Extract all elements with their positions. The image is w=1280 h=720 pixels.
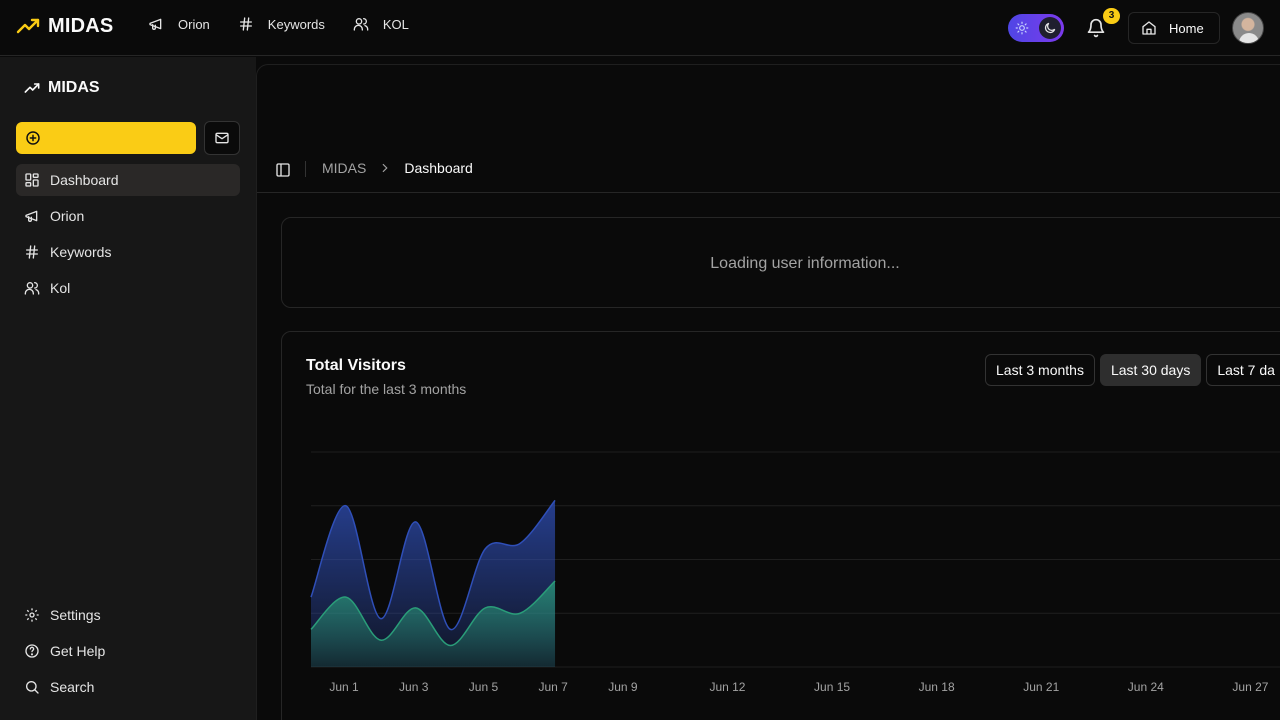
sidebar-item-label: Dashboard	[50, 172, 119, 188]
x-tick-label: Jun 5	[469, 680, 499, 694]
brand-name: MIDAS	[48, 14, 114, 37]
home-icon	[1142, 21, 1156, 35]
sidebar-item-label: Orion	[50, 208, 85, 224]
topnav-label: Keywords	[267, 16, 325, 32]
breadcrumb-root[interactable]: MIDAS	[322, 160, 366, 176]
x-tick-label: Jun 12	[709, 680, 745, 694]
topnav-label: Orion	[178, 16, 210, 32]
visitors-chart-card: Total Visitors Total for the last 3 mont…	[281, 331, 1280, 720]
x-tick-label: Jun 3	[399, 680, 429, 694]
sidebar-item-search[interactable]: Search	[16, 671, 240, 703]
sidebar-brand[interactable]: MIDAS	[24, 79, 100, 97]
theme-toggle[interactable]	[1008, 14, 1064, 42]
sidebar-item-settings[interactable]: Settings	[16, 599, 240, 631]
user-info-card: Loading user information...	[281, 217, 1280, 308]
topnav-label: KOL	[382, 16, 409, 32]
sidebar-item-label: Kol	[50, 280, 71, 296]
sidebar-item-dashboard[interactable]: Dashboard	[16, 164, 240, 196]
main-content: MIDAS Dashboard Loading user information…	[256, 64, 1280, 720]
help-icon	[25, 644, 39, 658]
sun-icon	[1015, 21, 1029, 35]
sidebar-item-kol[interactable]: Kol	[16, 272, 240, 304]
loading-message: Loading user information...	[710, 255, 900, 272]
brand-logo[interactable]: MIDAS	[16, 14, 113, 38]
sidebar-item-label: Search	[50, 679, 95, 695]
visitors-area-chart: Jun 1 Jun 3 Jun 5 Jun 7 Jun 9 Jun 12 Jun 15 Jun…	[310, 451, 1280, 694]
notification-badge: 3	[1103, 8, 1120, 24]
quick-create-button[interactable]	[16, 122, 196, 154]
bell-icon[interactable]	[1086, 18, 1106, 38]
users-icon	[24, 282, 40, 295]
sidebar-item-label: Settings	[50, 607, 101, 623]
moon-icon	[1039, 17, 1061, 39]
breadcrumb-current: Dashboard	[404, 160, 473, 176]
avatar[interactable]	[1232, 12, 1264, 44]
x-tick-label: Jun 15	[814, 680, 850, 694]
top-navbar: MIDAS Orion Keywords KOL 3 Home	[0, 0, 1280, 56]
hash-icon	[26, 245, 38, 259]
x-tick-label: Jun 7	[538, 680, 568, 694]
topnav-kol[interactable]: KOL	[353, 16, 409, 32]
x-tick-label: Jun 1	[329, 680, 359, 694]
sidebar-item-keywords[interactable]: Keywords	[16, 236, 240, 268]
users-icon	[353, 18, 369, 31]
inbox-button[interactable]	[204, 121, 240, 155]
topnav-orion[interactable]: Orion	[148, 16, 210, 32]
x-tick-label: Jun 27	[1232, 680, 1268, 694]
sidebar-secondary-nav: Settings Get Help Search	[16, 599, 240, 707]
breadcrumb: MIDAS Dashboard	[322, 160, 473, 176]
sidebar-brand-name: MIDAS	[48, 79, 100, 96]
sidebar-item-label: Get Help	[50, 643, 106, 659]
sidebar-item-orion[interactable]: Orion	[16, 200, 240, 232]
search-icon	[26, 681, 39, 694]
divider	[305, 161, 306, 177]
plus-circle-icon	[26, 131, 40, 145]
dashboard-icon	[25, 173, 39, 187]
x-tick-label: Jun 24	[1128, 680, 1164, 694]
sidebar-item-label: Keywords	[50, 244, 112, 260]
sidebar-nav: Dashboard Orion Keywords Kol	[16, 164, 240, 308]
home-label: Home	[1169, 20, 1204, 36]
sidebar: MIDAS Dashboard Orion Keywords Kol Setti…	[0, 57, 256, 720]
breadcrumb-bar: MIDAS Dashboard	[257, 145, 1280, 193]
x-tick-label: Jun 21	[1023, 680, 1059, 694]
megaphone-icon	[149, 18, 162, 30]
megaphone-icon	[25, 210, 38, 222]
trending-up-icon	[24, 83, 40, 93]
hash-icon	[239, 17, 252, 31]
gear-icon	[25, 608, 39, 622]
sidebar-item-help[interactable]: Get Help	[16, 635, 240, 667]
chevron-right-icon	[383, 163, 388, 173]
mail-icon	[215, 132, 229, 144]
top-nav: Orion Keywords KOL	[148, 16, 409, 32]
x-tick-label: Jun 9	[608, 680, 638, 694]
home-button[interactable]: Home	[1128, 12, 1220, 44]
topnav-keywords[interactable]: Keywords	[238, 16, 325, 32]
trending-up-icon	[16, 18, 40, 34]
x-tick-label: Jun 18	[919, 680, 955, 694]
sidebar-toggle-icon[interactable]	[275, 162, 291, 178]
